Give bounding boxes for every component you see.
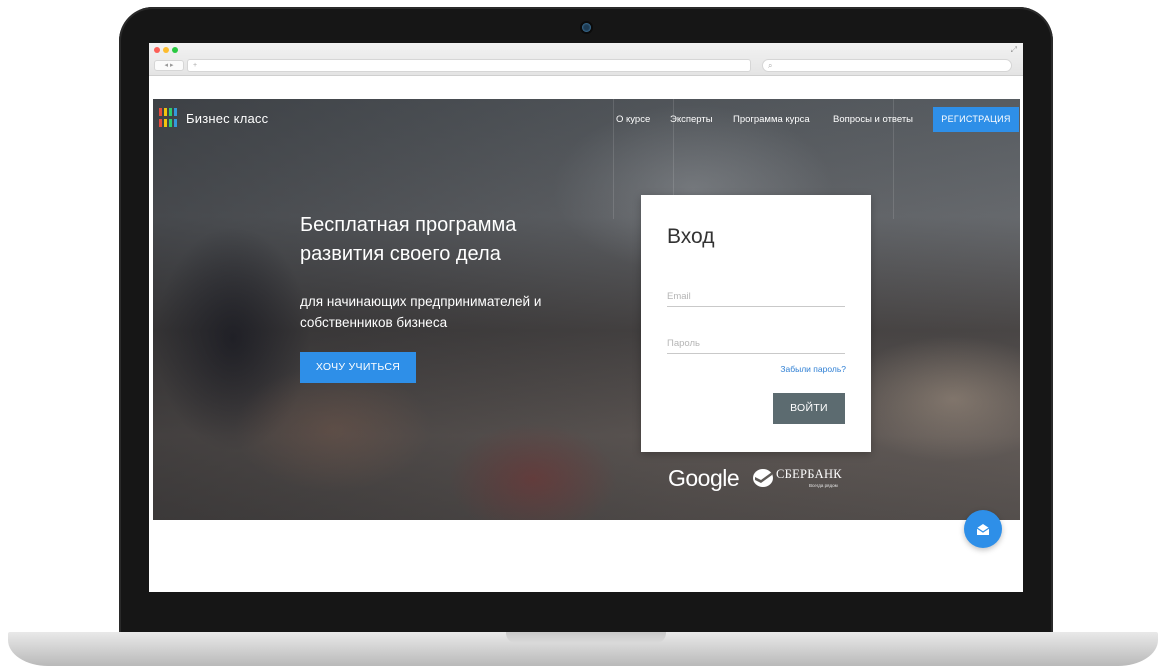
register-button[interactable]: РЕГИСТРАЦИЯ bbox=[933, 107, 1019, 132]
brand-logo-icon[interactable] bbox=[159, 108, 179, 128]
partner-logo-google: Google bbox=[668, 465, 740, 491]
laptop-screen: ⤢ ◂ ▸ + ⌕ Бизнес класс О курсе Эксперты bbox=[149, 43, 1023, 592]
sberbank-logo-icon bbox=[753, 469, 773, 487]
email-field[interactable] bbox=[667, 287, 845, 307]
logo-bar bbox=[159, 108, 162, 116]
partner-logo-sberbank: СБЕРБАНК bbox=[776, 467, 842, 481]
logo-bar bbox=[174, 119, 177, 127]
laptop-notch bbox=[506, 632, 666, 643]
logo-bar bbox=[174, 108, 177, 116]
fullscreen-icon[interactable]: ⤢ bbox=[1011, 45, 1017, 55]
address-bar[interactable]: + bbox=[187, 59, 751, 72]
hero-subtitle: для начинающих предпринимателей и собств… bbox=[300, 294, 542, 330]
browser-toolbar: ⤢ ◂ ▸ + ⌕ bbox=[149, 43, 1023, 76]
login-title: Вход bbox=[667, 225, 715, 248]
nav-item-about[interactable]: О курсе bbox=[616, 114, 650, 125]
close-window-button[interactable] bbox=[154, 47, 160, 53]
forgot-password-link[interactable]: Забыли пароль? bbox=[780, 364, 846, 374]
nav-item-program[interactable]: Программа курса bbox=[733, 114, 810, 125]
sberbank-tagline: Всегда рядом bbox=[809, 483, 838, 488]
logo-bar bbox=[169, 119, 172, 127]
logo-bar bbox=[159, 119, 162, 127]
background-detail bbox=[613, 99, 614, 219]
logo-bar bbox=[164, 119, 167, 127]
nav-item-faq[interactable]: Вопросы и ответы bbox=[833, 114, 913, 125]
browser-search-field[interactable]: ⌕ bbox=[762, 59, 1012, 72]
webcam-icon bbox=[582, 23, 591, 32]
brand-name[interactable]: Бизнес класс bbox=[186, 111, 268, 126]
search-icon: ⌕ bbox=[768, 61, 773, 70]
add-tab-icon: + bbox=[193, 62, 198, 69]
chat-button[interactable] bbox=[964, 510, 1002, 548]
minimize-window-button[interactable] bbox=[163, 47, 169, 53]
zoom-window-button[interactable] bbox=[172, 47, 178, 53]
hero-section: Бизнес класс О курсе Эксперты Программа … bbox=[153, 99, 1020, 520]
want-to-learn-button[interactable]: ХОЧУ УЧИТЬСЯ bbox=[300, 352, 416, 383]
back-forward-buttons[interactable]: ◂ ▸ bbox=[154, 60, 184, 71]
login-card: Вход Забыли пароль? ВОЙТИ bbox=[641, 195, 871, 452]
logo-bar bbox=[164, 108, 167, 116]
nav-item-experts[interactable]: Эксперты bbox=[670, 114, 713, 125]
hero-title: Бесплатная программа развития своего дел… bbox=[300, 214, 517, 265]
envelope-open-icon bbox=[976, 524, 990, 535]
sign-in-button[interactable]: ВОЙТИ bbox=[773, 393, 845, 424]
password-field[interactable] bbox=[667, 334, 845, 354]
logo-bar bbox=[169, 108, 172, 116]
